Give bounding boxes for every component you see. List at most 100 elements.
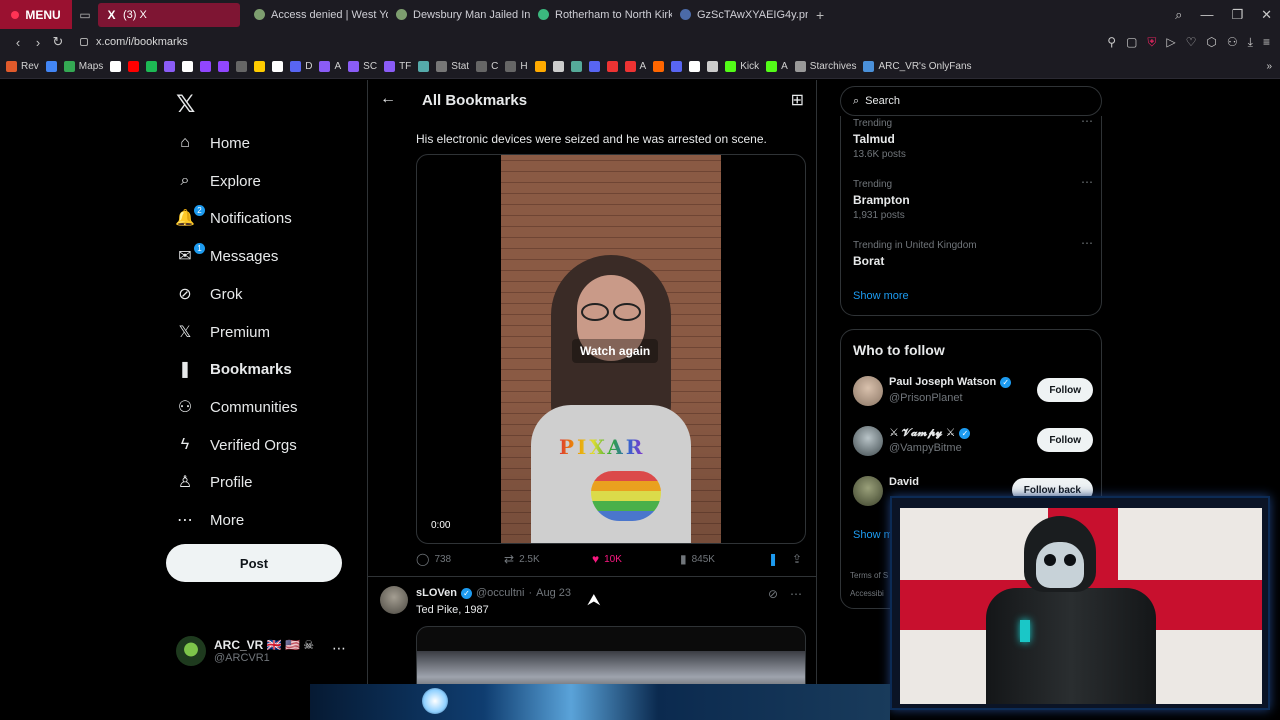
avatar[interactable] — [380, 586, 408, 614]
bookmark-item[interactable] — [570, 61, 582, 72]
bookmark-item[interactable] — [200, 61, 212, 72]
grok-icon[interactable]: ⊘ — [768, 587, 778, 601]
author-handle[interactable]: @occultni — [476, 587, 524, 599]
bookmark-item[interactable]: C — [476, 61, 498, 72]
share-button[interactable]: ⇪ — [792, 552, 802, 566]
post-button[interactable]: Post — [166, 544, 342, 582]
tab-access-denied[interactable]: Access denied | West Yo — [246, 3, 388, 27]
show-more-link[interactable]: Show m — [853, 529, 893, 541]
tab-dewsbury[interactable]: Dewsbury Man Jailed In — [388, 3, 530, 27]
avatar[interactable] — [853, 426, 883, 456]
bookmark-item[interactable]: Starchives — [794, 61, 856, 72]
tab-x[interactable]: X (3) X — [98, 2, 240, 27]
nav-item-explore[interactable]: ⌕ Explore — [176, 166, 261, 196]
user-name-row[interactable]: David — [889, 476, 919, 488]
tab-image[interactable]: GzScTAwXYAEIG4y.png ( — [672, 3, 808, 27]
bookmark-item[interactable] — [606, 61, 618, 72]
search-box[interactable]: ⌕ — [840, 86, 1102, 116]
more-dots-icon[interactable]: ⋯ — [1081, 175, 1093, 189]
bookmark-item[interactable] — [164, 61, 176, 72]
reply-button[interactable]: ◯ 738 — [416, 552, 451, 566]
bookmark-item[interactable]: ARC_VR's OnlyFans — [863, 61, 972, 72]
bookmark-item[interactable]: Rev — [6, 61, 39, 72]
more-dots-icon[interactable]: ⋯ — [1081, 114, 1093, 128]
bookmark-item[interactable]: A — [766, 61, 788, 72]
video-player[interactable]: PIXAR Watch again 0:00 — [416, 154, 806, 544]
reload-icon[interactable]: ↻ — [48, 34, 68, 50]
watch-again-button[interactable]: Watch again — [572, 339, 659, 363]
bookmark-item[interactable] — [45, 61, 57, 72]
follow-suggestion[interactable]: Paul Joseph Watson ✓ @PrisonPlanet Follow — [853, 374, 1093, 408]
bookmark-item[interactable]: TF — [384, 61, 411, 72]
forward-icon[interactable]: › — [28, 35, 48, 50]
new-tab-icon[interactable]: + — [808, 7, 832, 23]
avatar[interactable] — [853, 376, 883, 406]
bookmark-item[interactable]: Maps — [63, 61, 103, 72]
browser-menu-button[interactable]: MENU — [0, 0, 72, 29]
back-arrow-icon[interactable]: ← — [380, 90, 396, 108]
follow-button[interactable]: Follow — [1037, 378, 1093, 402]
nav-item-profile[interactable]: ♙ Profile — [176, 467, 253, 497]
nav-item-more[interactable]: ⋯ More — [176, 505, 244, 535]
more-dots-icon[interactable]: ⋯ — [332, 640, 346, 657]
restore-icon[interactable]: ❐ — [1231, 7, 1243, 23]
nav-item-verified-orgs[interactable]: ϟ Verified Orgs — [176, 430, 297, 460]
show-more-link[interactable]: Show more — [853, 290, 909, 302]
user-name-row[interactable]: ⚔ 𝓥𝓪𝓶𝓹𝔂 ⚔ ✓ — [889, 426, 971, 440]
shield-icon[interactable]: ⛨ — [1147, 35, 1156, 50]
play-icon[interactable]: ▷ — [1166, 35, 1175, 49]
bookmark-item[interactable]: H — [505, 61, 528, 72]
bookmark-item[interactable] — [653, 61, 665, 72]
more-dots-icon[interactable]: ⋯ — [790, 587, 802, 601]
bookmark-item[interactable] — [110, 61, 122, 72]
nav-item-communities[interactable]: ⚇ Communities — [176, 392, 298, 422]
footer-accessibility-link[interactable]: Accessibi — [850, 589, 884, 598]
nav-item-grok[interactable]: ⊘ Grok — [176, 279, 242, 309]
bookmark-button[interactable]: ❚ — [768, 552, 778, 566]
bookmark-item[interactable] — [671, 61, 683, 72]
search-tabs-icon[interactable]: ⌕ — [1175, 7, 1182, 23]
like-button[interactable]: ♥ 10K — [592, 552, 622, 566]
views-button[interactable]: ▮ 845K — [680, 552, 715, 566]
follow-button[interactable]: Follow — [1037, 428, 1093, 452]
repost-button[interactable]: ⇄ 2.5K — [504, 552, 540, 566]
x-logo-icon[interactable]: 𝕏 — [176, 90, 195, 119]
download-icon[interactable]: ⤓ — [1248, 35, 1253, 50]
pin-icon[interactable]: ⚲ — [1107, 35, 1116, 49]
trend-item[interactable]: Trending in United Kingdom Borat ⋯ — [853, 236, 1093, 268]
more-dots-icon[interactable]: ⋯ — [1081, 236, 1093, 250]
author-name[interactable]: sLOVen — [416, 587, 457, 599]
bookmark-item[interactable] — [689, 61, 701, 72]
bookmark-item[interactable] — [707, 61, 719, 72]
trend-item[interactable]: Trending Talmud 13.6K posts ⋯ — [853, 114, 1093, 160]
back-icon[interactable]: ‹ — [8, 35, 28, 50]
add-folder-icon[interactable]: ⊞ — [791, 90, 804, 110]
bookmark-item[interactable] — [534, 61, 546, 72]
bookmark-item[interactable] — [588, 61, 600, 72]
bookmark-item[interactable] — [218, 61, 230, 72]
bookmark-item[interactable]: Kick — [725, 61, 759, 72]
user-name-row[interactable]: Paul Joseph Watson ✓ — [889, 376, 1012, 388]
close-icon[interactable]: ✕ — [1261, 7, 1272, 23]
nav-item-bookmarks[interactable]: ❚ Bookmarks — [176, 354, 291, 384]
trend-item[interactable]: Trending Brampton 1,931 posts ⋯ — [853, 175, 1093, 221]
minimize-icon[interactable]: — — [1200, 7, 1213, 22]
bookmark-item[interactable] — [128, 61, 140, 72]
nav-item-home[interactable]: ⌂ Home — [176, 128, 250, 158]
bookmark-item[interactable] — [552, 61, 564, 72]
bookmark-item[interactable]: Stat — [436, 61, 469, 72]
bookmark-item[interactable]: A — [624, 61, 646, 72]
bookmark-item[interactable] — [146, 61, 158, 72]
nav-item-notifications[interactable]: 🔔 2 Notifications — [175, 203, 292, 233]
extensions-icon[interactable]: ⬡ — [1206, 35, 1216, 49]
bookmark-item[interactable] — [182, 61, 194, 72]
account-switcher[interactable]: ARC_VR 🇬🇧 🇺🇸 ☠ @ARCVR1 ⋯ — [176, 634, 356, 668]
bookmark-item[interactable]: D — [290, 61, 312, 72]
tab-rotherham[interactable]: Rotherham to North Kirkl — [530, 3, 672, 27]
snapshot-icon[interactable]: ▢ — [1126, 35, 1137, 49]
tweet-date[interactable]: Aug 23 — [536, 587, 571, 599]
bookmark-item[interactable] — [418, 61, 430, 72]
nav-item-premium[interactable]: 𝕏 Premium — [176, 317, 270, 347]
bookmark-item[interactable] — [236, 61, 248, 72]
avatar[interactable] — [853, 476, 883, 506]
